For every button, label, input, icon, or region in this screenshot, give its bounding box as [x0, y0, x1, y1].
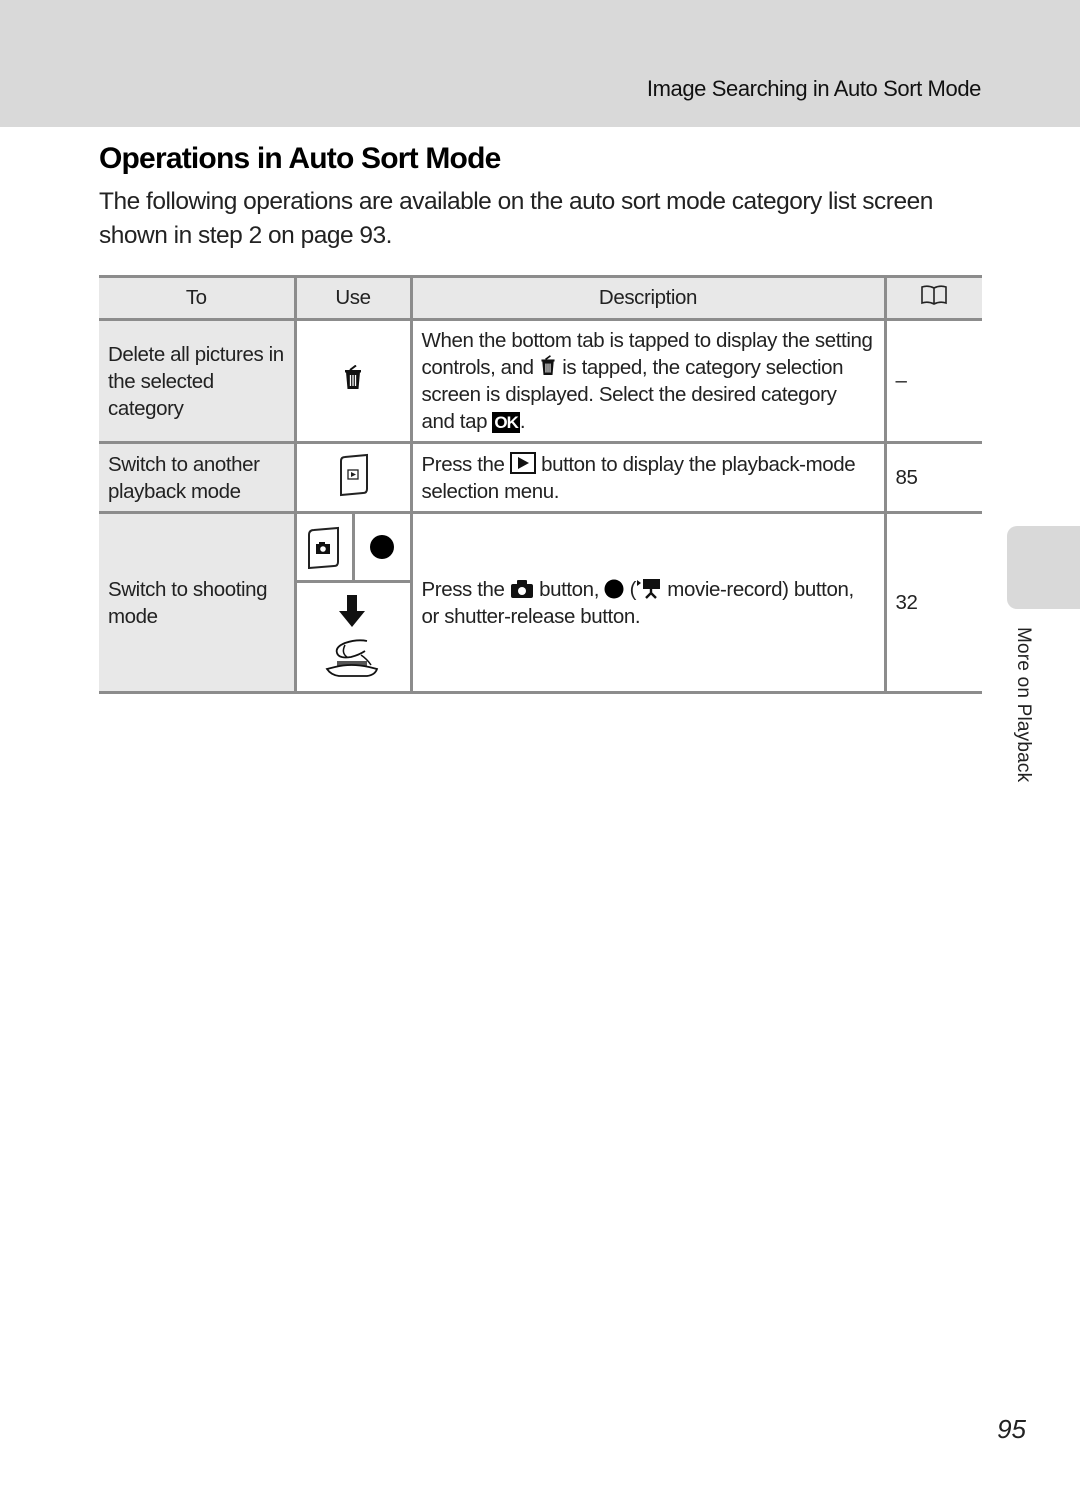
row-action: Switch to another playback mode — [99, 441, 295, 514]
row-use — [293, 511, 411, 694]
row-use — [293, 441, 411, 514]
column-header-to: To — [99, 275, 295, 321]
intro-paragraph: The following operations are available o… — [99, 188, 933, 249]
movie-record-cell — [351, 514, 410, 580]
record-dot-icon — [604, 579, 624, 598]
use-icon-top — [296, 514, 410, 583]
row-page-reference: 85 — [883, 441, 982, 514]
row-description: When the bottom tab is tapped to display… — [409, 318, 885, 444]
shooting-button-cell — [297, 514, 352, 580]
use-icon-bottom — [297, 583, 410, 691]
row-action: Switch to shooting mode — [99, 511, 295, 694]
section-label: More on Playback — [1013, 627, 1034, 783]
page-number: 95 — [997, 1414, 1026, 1444]
description-text: Press the — [421, 452, 510, 476]
playback-button-icon — [340, 453, 368, 496]
header-band — [0, 0, 1080, 127]
table-row: Switch to shooting mode Press the button… — [99, 511, 982, 694]
trash-icon — [541, 355, 555, 375]
camera-icon — [510, 579, 533, 598]
ok-button-icon: OK — [492, 412, 520, 433]
use-icon-group — [296, 514, 410, 691]
description-text: button, — [533, 577, 605, 601]
shutter-release-press-icon — [325, 595, 379, 677]
row-description: Press the button to display the playback… — [409, 441, 885, 514]
operations-table: To Use Description Delete all pictures i… — [99, 275, 982, 694]
column-header-use: Use — [293, 275, 411, 321]
row-page-reference: – — [883, 318, 982, 444]
table-row: Delete all pictures in the selected cate… — [99, 318, 982, 444]
play-icon — [509, 451, 536, 474]
table-row: Switch to another playback mode Press th… — [99, 441, 982, 514]
table-header-row: To Use Description — [99, 275, 982, 321]
trash-icon — [345, 364, 361, 389]
description-text: Press the — [421, 577, 510, 601]
movie-record-dot-icon — [370, 535, 394, 559]
running-head: Image Searching in Auto Sort Mode — [646, 76, 982, 101]
row-use — [293, 318, 411, 444]
description-text: ( — [624, 577, 637, 601]
row-page-reference: 32 — [883, 511, 982, 694]
row-action: Delete all pictures in the selected cate… — [99, 318, 295, 444]
column-header-reference — [883, 275, 982, 321]
shooting-button-icon — [308, 526, 339, 569]
movie-camera-icon — [637, 578, 661, 599]
description-text: . — [519, 410, 526, 433]
book-icon — [921, 285, 948, 305]
column-header-description: Description — [409, 275, 885, 321]
page-title: Operations in Auto Sort Mode — [99, 142, 501, 175]
row-description: Press the button, ( movie-record) button… — [409, 511, 885, 694]
section-tab[interactable] — [1007, 526, 1080, 609]
